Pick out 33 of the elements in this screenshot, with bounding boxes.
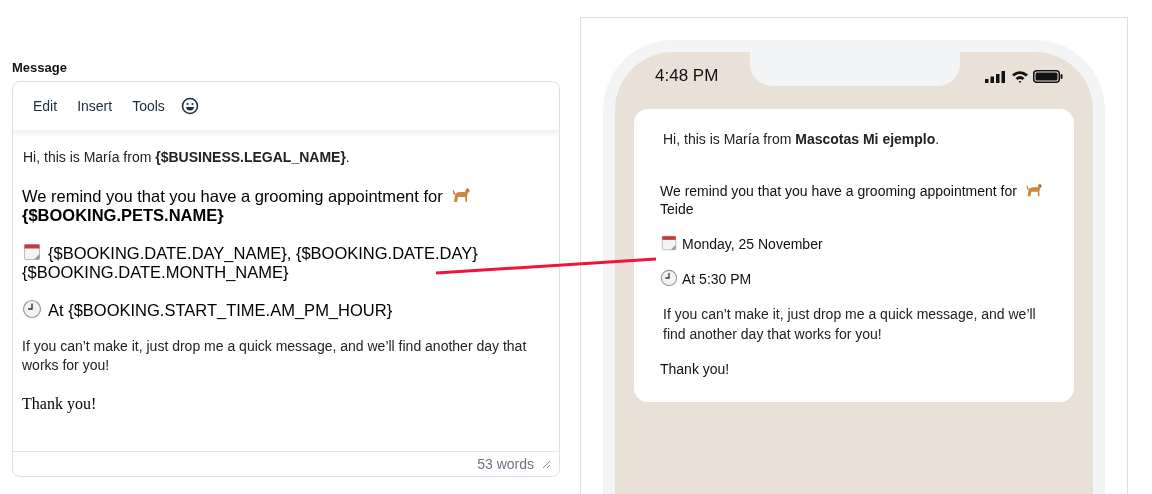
message-text: Teide — [660, 201, 694, 217]
text-editor[interactable] — [12, 81, 560, 477]
message-text: Thank you! — [660, 361, 730, 377]
dog-icon — [1024, 181, 1043, 199]
resize-handle[interactable] — [542, 459, 551, 469]
field-label: Message — [12, 60, 68, 75]
message-text: If you can’t make it, just drop me a quick message, and we’ll find another day that works for you! — [663, 306, 1036, 342]
menu-item[interactable]: Insert — [69, 94, 121, 118]
message-text: {$BOOKING.DATE.MONTH_NAME} — [22, 263, 289, 281]
message-text: Thank you! — [22, 395, 97, 412]
calendar-icon — [22, 242, 42, 262]
menu-item[interactable]: Edit — [25, 94, 66, 118]
smiley-icon[interactable] — [180, 97, 199, 115]
message-text: {$BOOKING.DATE.DAY_NAME}, {$BOOKING.DATE.DAY} — [48, 244, 478, 262]
word-count: 53 words — [477, 456, 534, 472]
calendar-icon — [660, 234, 678, 252]
clock-icon — [660, 269, 678, 287]
message-text: If you can’t make it, just drop me a quick message, and we’ll find another day that works for you! — [22, 338, 527, 373]
dog-icon — [451, 185, 472, 205]
message-text: At 5:30 PM — [682, 271, 752, 287]
message-text: Hi, this is María from Mascotas Mi ejemplo. — [663, 131, 940, 147]
message-text: At {$BOOKING.START_TIME.AM_PM_HOUR} — [48, 301, 393, 319]
message-text: We remind you that you have a grooming appointment for — [660, 183, 1017, 199]
signal-icon — [985, 70, 1007, 83]
wifi-icon — [1011, 70, 1029, 83]
message-text: Monday, 25 November — [682, 236, 823, 252]
message-text: Hi, this is María from {$BUSINESS.LEGAL_NAME}. — [23, 149, 350, 165]
clock-icon — [22, 299, 42, 319]
menu-item[interactable]: Tools — [124, 94, 173, 118]
battery-icon — [1033, 70, 1063, 83]
message-text: We remind you that you have a grooming appointment for — [22, 187, 444, 205]
status-time: 4:48 PM — [655, 66, 719, 86]
message-text: {$BOOKING.PETS.NAME} — [22, 206, 224, 224]
